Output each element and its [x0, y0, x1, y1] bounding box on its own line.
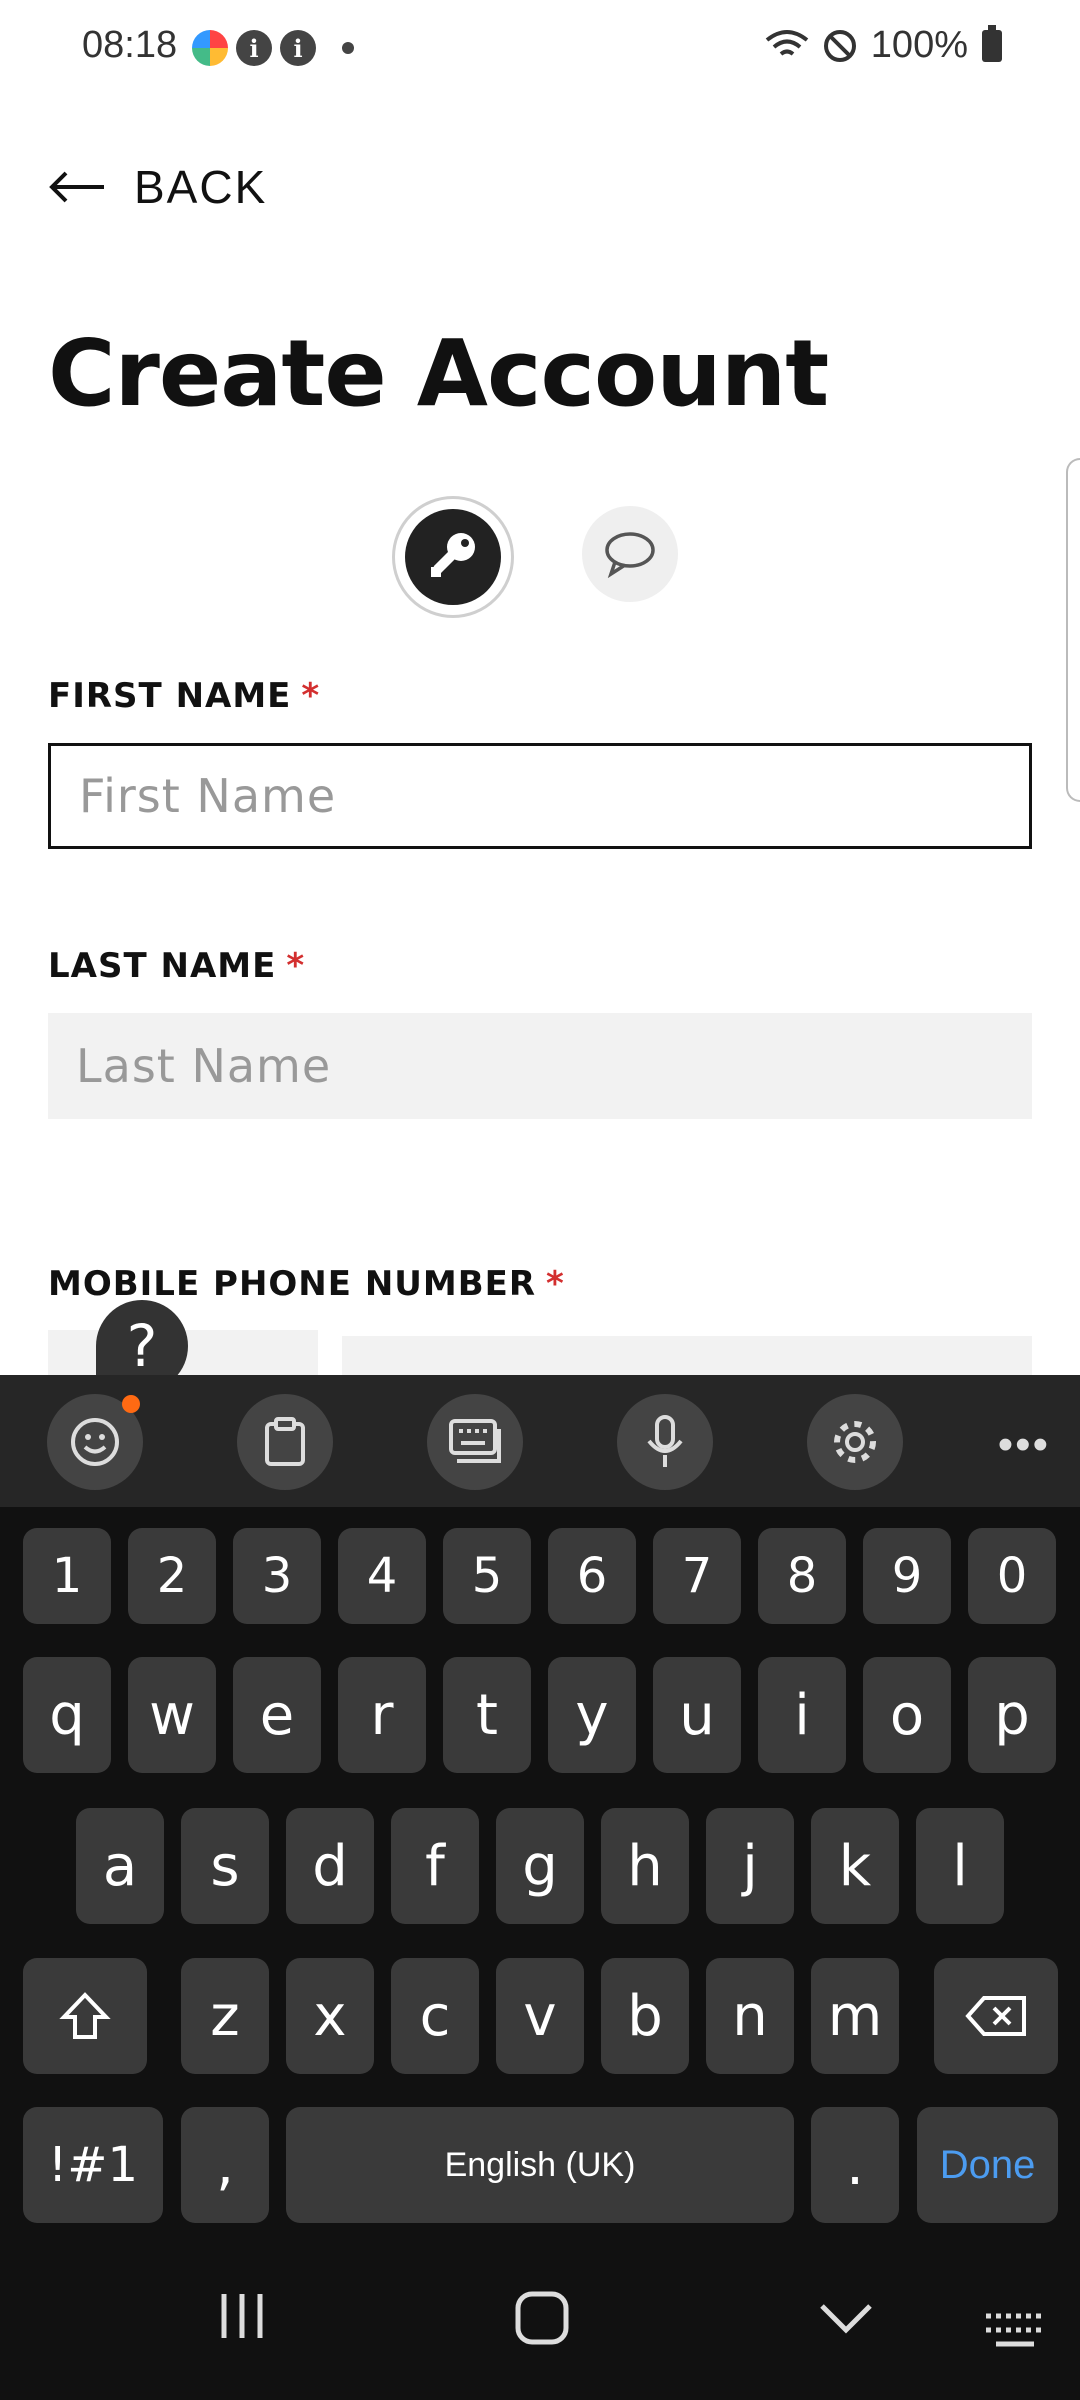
- keyboard-switch-icon[interactable]: [982, 2310, 1048, 2352]
- key-7[interactable]: 7: [653, 1528, 741, 1624]
- status-time: 08:18: [82, 24, 178, 66]
- recent-apps-icon[interactable]: [216, 2290, 268, 2342]
- clipboard-icon: [265, 1417, 305, 1466]
- key-f[interactable]: f: [391, 1808, 479, 1924]
- key-h[interactable]: h: [601, 1808, 689, 1924]
- gear-icon: [834, 1421, 876, 1463]
- key-c[interactable]: c: [391, 1958, 479, 2074]
- key-p[interactable]: p: [968, 1657, 1056, 1773]
- backspace-icon: [965, 1996, 1026, 2036]
- key-a[interactable]: a: [76, 1808, 164, 1924]
- voice-input-button[interactable]: [617, 1394, 713, 1490]
- clipboard-button[interactable]: [237, 1394, 333, 1490]
- first-name-label: FIRST NAME *: [48, 676, 321, 716]
- key-icon: [431, 533, 475, 577]
- key-x[interactable]: x: [286, 1958, 374, 2074]
- keyboard-toolbar: [0, 1375, 1080, 1507]
- info-icon: i: [280, 30, 316, 66]
- side-drawer-handle[interactable]: [1066, 458, 1080, 802]
- key-m[interactable]: m: [811, 1958, 899, 2074]
- more-notifications-dot-icon: [342, 42, 354, 54]
- message-method-button[interactable]: [582, 506, 678, 602]
- key-y[interactable]: y: [548, 1657, 636, 1773]
- battery-icon: [982, 24, 1002, 62]
- do-not-disturb-icon: [823, 29, 856, 62]
- back-label: BACK: [134, 161, 268, 213]
- key-4[interactable]: 4: [338, 1528, 426, 1624]
- space-key[interactable]: English (UK): [286, 2107, 794, 2223]
- period-key[interactable]: .: [811, 2107, 899, 2223]
- home-icon[interactable]: [514, 2290, 570, 2346]
- symbols-key[interactable]: !#1: [23, 2107, 163, 2223]
- last-name-placeholder: Last Name: [76, 1039, 332, 1093]
- keyboard-settings-button[interactable]: [807, 1394, 903, 1490]
- backspace-key[interactable]: [934, 1958, 1058, 2074]
- status-notification-icons: i i: [192, 30, 354, 66]
- wifi-icon: [765, 29, 809, 56]
- key-v[interactable]: v: [496, 1958, 584, 2074]
- status-right: 100%: [765, 24, 1002, 67]
- mobile-phone-label: MOBILE PHONE NUMBER *: [48, 1264, 565, 1304]
- smiley-icon: [71, 1418, 119, 1466]
- key-t[interactable]: t: [443, 1657, 531, 1773]
- key-r[interactable]: r: [338, 1657, 426, 1773]
- done-key[interactable]: Done: [917, 2107, 1058, 2223]
- chat-bubble-icon: [605, 532, 655, 578]
- battery-percent: 100%: [870, 24, 968, 66]
- key-n[interactable]: n: [706, 1958, 794, 2074]
- key-0[interactable]: 0: [968, 1528, 1056, 1624]
- key-d[interactable]: d: [286, 1808, 374, 1924]
- key-k[interactable]: k: [811, 1808, 899, 1924]
- first-name-input[interactable]: First Name: [48, 743, 1032, 849]
- key-u[interactable]: u: [653, 1657, 741, 1773]
- key-2[interactable]: 2: [128, 1528, 216, 1624]
- key-z[interactable]: z: [181, 1958, 269, 2074]
- microphone-icon: [647, 1415, 683, 1467]
- hide-keyboard-chevron-icon[interactable]: [818, 2300, 874, 2336]
- key-q[interactable]: q: [23, 1657, 111, 1773]
- key-b[interactable]: b: [601, 1958, 689, 2074]
- keyboard-mode-button[interactable]: [427, 1394, 523, 1490]
- key-1[interactable]: 1: [23, 1528, 111, 1624]
- keyboard-icon: [449, 1419, 501, 1463]
- key-s[interactable]: s: [181, 1808, 269, 1924]
- comma-key[interactable]: ,: [181, 2107, 269, 2223]
- key-i[interactable]: i: [758, 1657, 846, 1773]
- arrow-left-icon: [49, 171, 104, 203]
- back-button[interactable]: BACK: [48, 160, 267, 214]
- more-options-icon[interactable]: •••: [998, 1420, 1050, 1470]
- key-9[interactable]: 9: [863, 1528, 951, 1624]
- key-e[interactable]: e: [233, 1657, 321, 1773]
- key-j[interactable]: j: [706, 1808, 794, 1924]
- mobile-phone-input[interactable]: [342, 1336, 1032, 1375]
- notification-dot: [122, 1395, 140, 1413]
- first-name-placeholder: First Name: [79, 769, 337, 823]
- key-5[interactable]: 5: [443, 1528, 531, 1624]
- info-icon: i: [236, 30, 272, 66]
- password-method-button[interactable]: [392, 496, 514, 618]
- key-8[interactable]: 8: [758, 1528, 846, 1624]
- key-3[interactable]: 3: [233, 1528, 321, 1624]
- key-w[interactable]: w: [128, 1657, 216, 1773]
- page-title: Create Account: [48, 320, 829, 427]
- key-6[interactable]: 6: [548, 1528, 636, 1624]
- last-name-input[interactable]: Last Name: [48, 1013, 1032, 1119]
- last-name-label: LAST NAME *: [48, 946, 306, 986]
- key-g[interactable]: g: [496, 1808, 584, 1924]
- app-notification-icon: [192, 30, 228, 66]
- key-o[interactable]: o: [863, 1657, 951, 1773]
- shift-arrow-icon: [59, 1992, 111, 2039]
- shift-key[interactable]: [23, 1958, 147, 2074]
- key-l[interactable]: l: [916, 1808, 1004, 1924]
